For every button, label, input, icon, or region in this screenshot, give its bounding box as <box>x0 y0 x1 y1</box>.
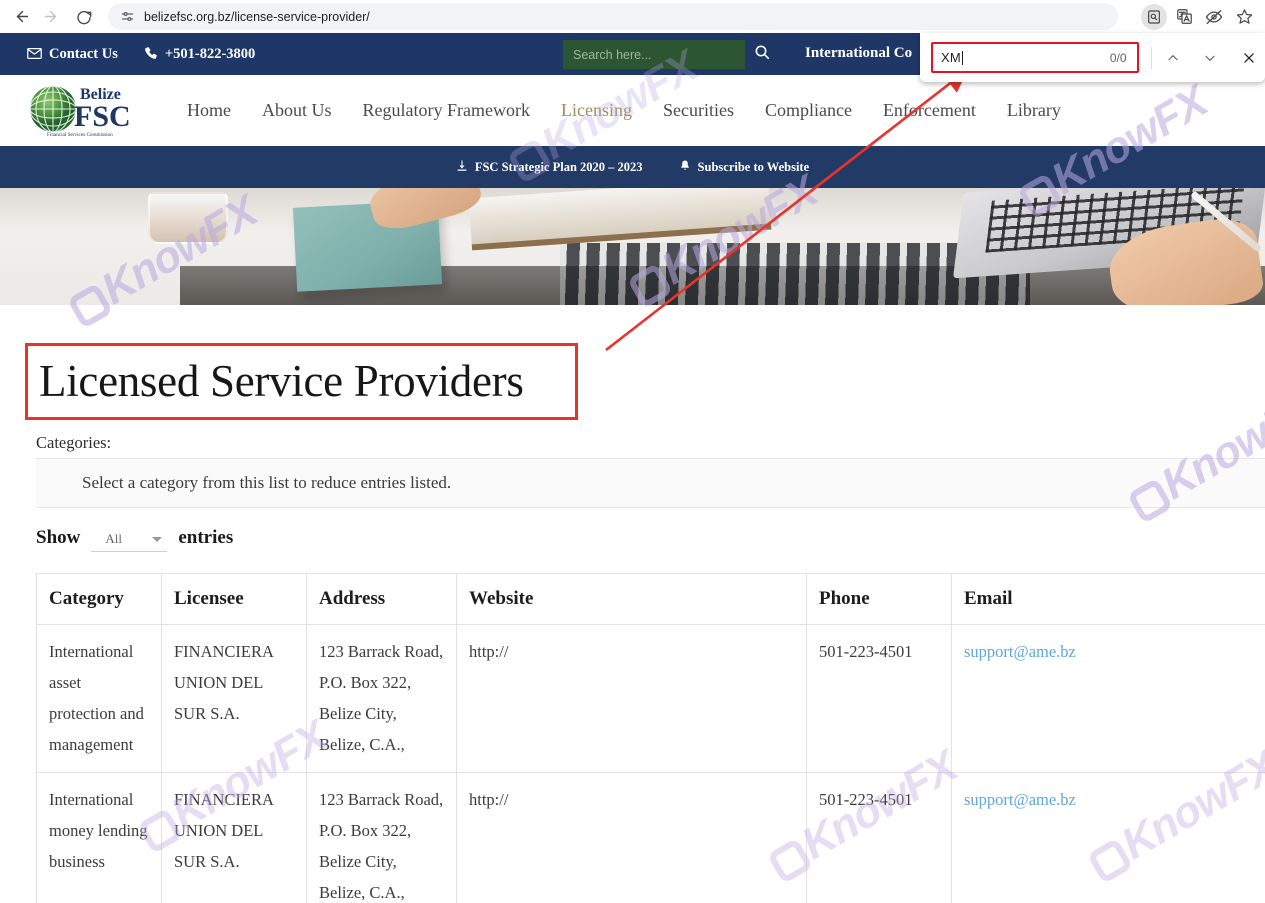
site-header: Belize FSC Financial Services Commission… <box>0 75 1265 146</box>
categories-label: Categories: <box>36 433 112 452</box>
column-header-address[interactable]: Address <box>306 573 457 625</box>
site-search: Search here... <box>563 40 778 69</box>
page-root: belizefsc.org.bz/license-service-provide… <box>0 0 1265 903</box>
search-icon <box>754 44 770 65</box>
strategic-plan-link[interactable]: FSC Strategic Plan 2020 – 2023 <box>456 159 643 176</box>
strategic-plan-label: FSC Strategic Plan 2020 – 2023 <box>474 159 643 174</box>
secondary-nav-strip: FSC Strategic Plan 2020 – 2023 Subscribe… <box>0 146 1265 188</box>
chevron-down-icon[interactable] <box>1195 42 1226 74</box>
find-query-text: XM <box>941 50 961 65</box>
forward-icon[interactable] <box>36 3 64 31</box>
main-navigation: Home About Us Regulatory Framework Licen… <box>187 100 1061 121</box>
cell-phone: 501-223-4501 <box>806 623 952 774</box>
nav-item-licensing[interactable]: Licensing <box>561 100 632 121</box>
column-header-email[interactable]: Email <box>951 573 1265 625</box>
nav-item-regulatory-framework[interactable]: Regulatory Framework <box>363 100 530 121</box>
email-link[interactable]: support@ame.bz <box>964 642 1076 661</box>
nav-item-compliance[interactable]: Compliance <box>765 100 852 121</box>
categories-hint: Select a category from this list to redu… <box>82 473 452 492</box>
svg-text:Financial Services Commission: Financial Services Commission <box>47 132 113 138</box>
international-companies-link[interactable]: International Co <box>805 45 912 62</box>
svg-text:FSC: FSC <box>74 100 131 133</box>
browser-tool-icons <box>1141 3 1257 30</box>
entries-per-page-value: All <box>105 531 122 546</box>
show-entries-control: Show All entries <box>36 527 233 552</box>
nav-item-enforcement[interactable]: Enforcement <box>883 100 976 121</box>
providers-table: Category Licensee Address Website Phone … <box>36 573 1265 903</box>
bookmark-star-icon[interactable] <box>1231 4 1257 30</box>
column-header-licensee[interactable]: Licensee <box>161 573 307 625</box>
entries-per-page-select[interactable]: All <box>91 528 168 552</box>
find-match-count: 0/0 <box>1109 50 1127 65</box>
bell-icon <box>679 159 691 176</box>
nav-item-home[interactable]: Home <box>187 100 231 121</box>
translate-icon[interactable] <box>1171 4 1197 30</box>
text-caret <box>961 50 963 65</box>
find-input[interactable]: XM 0/0 <box>931 42 1139 73</box>
contact-us-label: Contact Us <box>49 45 118 62</box>
nav-item-library[interactable]: Library <box>1007 100 1061 121</box>
address-bar[interactable]: belizefsc.org.bz/license-service-provide… <box>108 3 1118 30</box>
search-submit-button[interactable] <box>745 40 778 69</box>
cell-email: support@ame.bz <box>951 772 1265 903</box>
cell-website: http:// <box>456 772 807 903</box>
hero-banner-image <box>0 188 1265 305</box>
cell-address: 123 Barrack Road, P.O. Box 322, Belize C… <box>306 772 457 903</box>
chevron-up-icon[interactable] <box>1158 42 1189 74</box>
table-header-row: Category Licensee Address Website Phone … <box>36 573 1265 625</box>
close-icon[interactable] <box>1234 42 1265 74</box>
fsc-logo[interactable]: Belize FSC Financial Services Commission <box>27 82 157 140</box>
subscribe-link[interactable]: Subscribe to Website <box>679 159 810 176</box>
nav-item-about-us[interactable]: About Us <box>262 100 332 121</box>
phone-link[interactable]: +501-822-3800 <box>144 46 255 63</box>
column-header-category[interactable]: Category <box>36 573 162 625</box>
back-icon[interactable] <box>8 3 36 31</box>
nav-item-securities[interactable]: Securities <box>663 100 734 121</box>
cell-address: 123 Barrack Road, P.O. Box 322, Belize C… <box>306 623 457 774</box>
download-icon <box>456 159 468 176</box>
eye-slash-icon[interactable] <box>1201 4 1227 30</box>
page-settings-icon[interactable] <box>118 8 136 26</box>
subscribe-label: Subscribe to Website <box>697 159 810 174</box>
contact-us-link[interactable]: Contact Us <box>27 46 118 63</box>
envelope-icon <box>27 47 42 61</box>
page-title: Licensed Service Providers <box>39 356 524 406</box>
providers-table-wrapper: Category Licensee Address Website Phone … <box>36 573 1265 903</box>
phone-label: +501-822-3800 <box>164 45 256 62</box>
column-header-phone[interactable]: Phone <box>806 573 952 625</box>
search-placeholder: Search here... <box>573 47 652 62</box>
phone-icon <box>144 46 158 62</box>
cell-licensee: FINANCIERA UNION DEL SUR S.A. <box>161 623 307 774</box>
table-row: International asset protection and manag… <box>36 623 1265 774</box>
column-header-website[interactable]: Website <box>456 573 807 625</box>
browser-toolbar: belizefsc.org.bz/license-service-provide… <box>0 0 1265 33</box>
cell-category: International asset protection and manag… <box>36 623 162 774</box>
categories-filter-box[interactable]: Select a category from this list to redu… <box>36 458 1265 508</box>
find-in-page-icon[interactable] <box>1141 3 1167 30</box>
cell-phone: 501-223-4501 <box>806 772 952 903</box>
cell-licensee: FINANCIERA UNION DEL SUR S.A. <box>161 772 307 903</box>
page-title-highlight: Licensed Service Providers <box>25 343 578 420</box>
entries-label: entries <box>178 527 234 548</box>
divider <box>1150 46 1152 69</box>
find-in-page-bar: XM 0/0 <box>920 33 1265 82</box>
reload-icon[interactable] <box>70 3 98 31</box>
cell-email: support@ame.bz <box>951 623 1265 774</box>
search-input[interactable]: Search here... <box>563 40 745 69</box>
table-row: International money lending business FIN… <box>36 772 1265 903</box>
url-text: belizefsc.org.bz/license-service-provide… <box>144 9 370 24</box>
caret-down-icon <box>152 536 163 542</box>
email-link[interactable]: support@ame.bz <box>964 790 1076 809</box>
cell-category: International money lending business <box>36 772 162 903</box>
cell-website: http:// <box>456 623 807 774</box>
show-label: Show <box>36 527 81 548</box>
